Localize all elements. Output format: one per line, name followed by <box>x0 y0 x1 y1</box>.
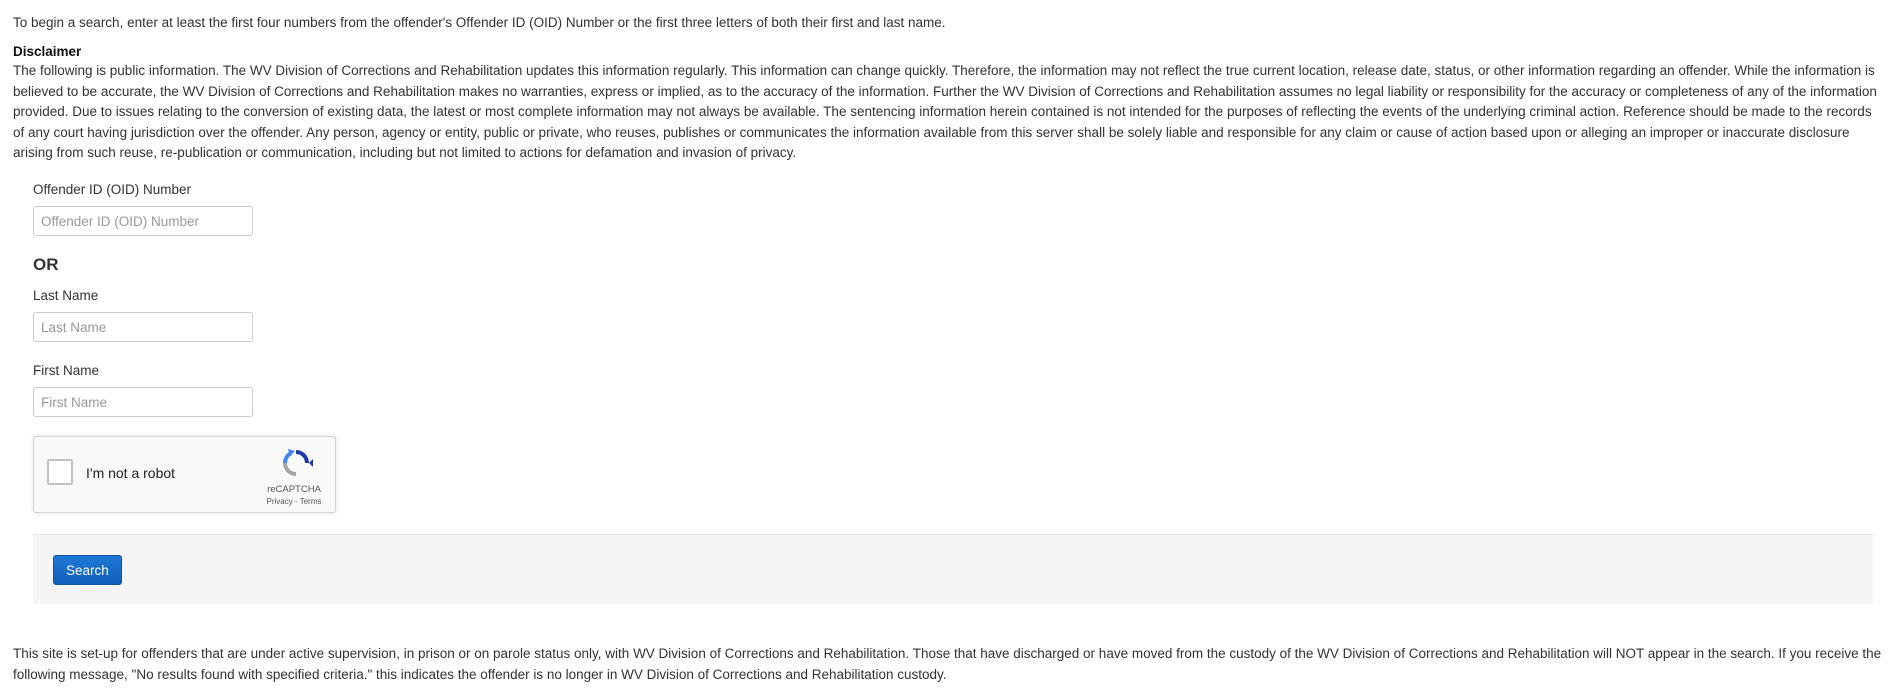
last-name-group: Last Name <box>33 286 253 342</box>
recaptcha-terms-link[interactable]: Terms <box>300 497 322 506</box>
recaptcha-brand: reCAPTCHA <box>267 484 321 495</box>
oid-label: Offender ID (OID) Number <box>33 182 192 197</box>
recaptcha-privacy-link[interactable]: Privacy <box>267 497 293 506</box>
search-button[interactable]: Search <box>53 555 122 585</box>
disclaimer-title: Disclaimer <box>13 44 82 59</box>
last-name-label: Last Name <box>33 288 99 303</box>
recaptcha-links: Privacy - Terms <box>254 497 334 506</box>
first-name-label: First Name <box>33 363 100 378</box>
form-actions: Search <box>33 534 1873 604</box>
first-name-group: First Name <box>33 361 253 417</box>
recaptcha-widget: I'm not a robot reCAPTCHA Privacy - Term… <box>33 436 336 513</box>
recaptcha-checkbox[interactable] <box>47 459 73 485</box>
first-name-input[interactable] <box>33 387 253 417</box>
custody-notice: This site is set-up for offenders that a… <box>13 646 1882 682</box>
intro-text: To begin a search, enter at least the fi… <box>13 15 946 30</box>
disclaimer-text: The following is public information. The… <box>13 63 1877 161</box>
recaptcha-logo-icon <box>283 449 313 476</box>
recaptcha-label: I'm not a robot <box>86 465 176 481</box>
last-name-input[interactable] <box>33 312 253 342</box>
or-heading: OR <box>33 255 59 274</box>
oid-group: Offender ID (OID) Number <box>33 180 253 236</box>
recaptcha-link-separator: - <box>292 497 300 506</box>
oid-input[interactable] <box>33 206 253 236</box>
